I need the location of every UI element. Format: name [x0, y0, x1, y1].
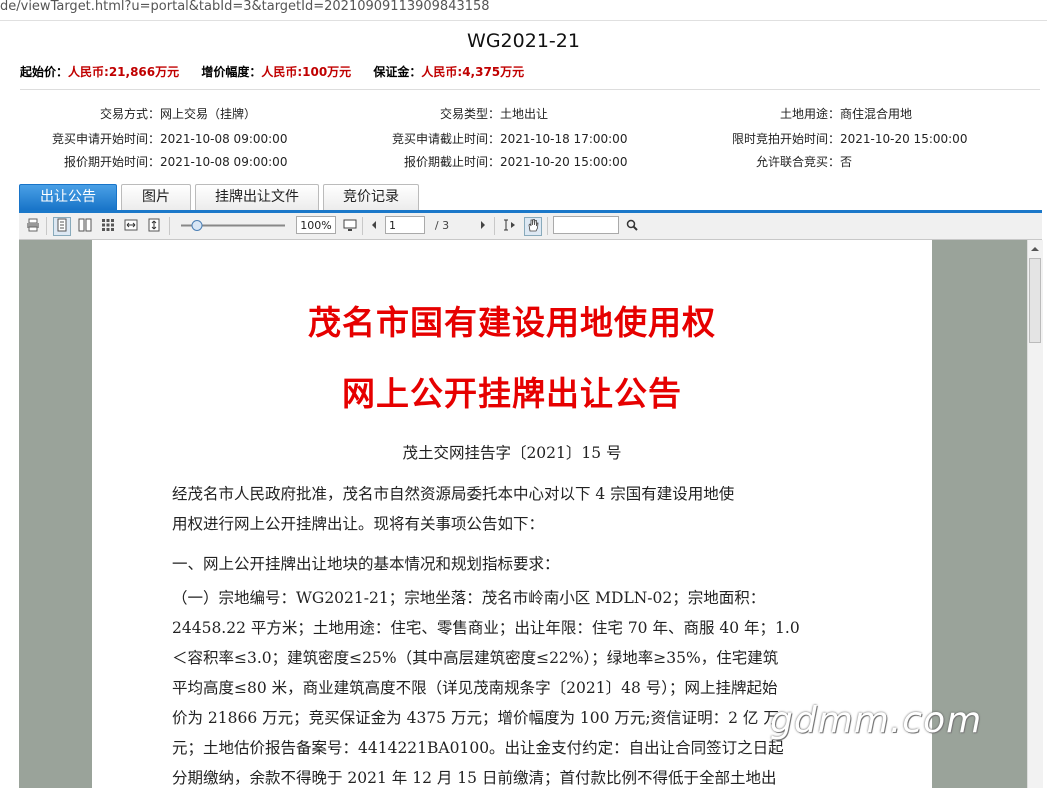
pdf-toolbar: 100% 1 / 3 [19, 213, 1042, 240]
doc-line: 分期缴纳，余款不得晚于 2021 年 12 月 15 日前缴清；首付款比例不得低… [172, 769, 777, 787]
increment-label: 增价幅度： [201, 65, 262, 79]
doc-title-line2: 网上公开挂牌出让公告 [342, 374, 682, 413]
fit-width-icon[interactable] [122, 217, 140, 236]
info-joint-bid: 允许联合竞买：否 [755, 155, 853, 169]
increment-value: 人民币:100万元 [261, 65, 352, 79]
info-trade-method: 交易方式：网上交易（挂牌） [99, 107, 257, 121]
tab-pictures[interactable]: 图片 [121, 184, 191, 210]
price-summary: 起始价：人民币:21,866万元 增价幅度：人民币:100万元 保证金：人民币:… [20, 63, 542, 80]
doc-line: 经茂名市人民政府批准，茂名市自然资源局委托本中心对以下 4 宗国有建设用地使 [172, 485, 735, 503]
page-number-input[interactable]: 1 [385, 216, 425, 234]
print-icon[interactable] [24, 217, 42, 236]
doc-number: 茂土交网挂告字〔2021〕15 号 [402, 444, 622, 462]
tab-bid-records[interactable]: 竞价记录 [323, 184, 419, 210]
text-select-icon[interactable] [500, 217, 518, 236]
fit-height-icon[interactable] [145, 217, 163, 236]
grid-icon[interactable] [99, 217, 117, 236]
page-title: WG2021-21 [467, 30, 580, 52]
two-page-icon[interactable] [76, 217, 94, 236]
hand-tool-icon[interactable] [524, 217, 542, 236]
single-page-icon[interactable] [53, 217, 71, 236]
start-price-value: 人民币:21,866万元 [68, 65, 180, 79]
doc-line: 用权进行网上公开挂牌出让。现将有关事项公告如下： [172, 515, 545, 533]
scrollbar-thumb[interactable] [1029, 258, 1041, 343]
deposit-value: 人民币:4,375万元 [421, 65, 525, 79]
doc-title-line1: 茂名市国有建设用地使用权 [308, 303, 716, 342]
doc-line: 一、网上公开挂牌出让地块的基本情况和规划指标要求： [172, 555, 560, 573]
prev-page-icon[interactable] [367, 217, 381, 236]
fullscreen-icon[interactable] [341, 217, 359, 236]
info-apply-end: 竞买申请截止时间：2021-10-18 17:00:00 [391, 132, 628, 146]
doc-line: ＜容积率≤3.0；建筑密度≤25%（其中高层建筑密度≤22%）；绿地率≥35%，… [172, 649, 779, 667]
next-page-icon[interactable] [476, 217, 490, 236]
info-auction-start: 限时竞拍开始时间：2021-10-20 15:00:00 [731, 132, 968, 146]
info-land-use: 土地用途：商住混合用地 [779, 107, 913, 121]
tab-announcement[interactable]: 出让公告 [19, 184, 117, 210]
scroll-up-icon[interactable] [1028, 242, 1042, 256]
vertical-scrollbar[interactable] [1027, 240, 1043, 788]
search-input[interactable] [553, 216, 619, 234]
info-apply-start: 竞买申请开始时间：2021-10-08 09:00:00 [51, 132, 288, 146]
divider [20, 89, 1040, 90]
doc-line: 24458.22 平方米；土地用途：住宅、零售商业；出让年限：住宅 70 年、商… [172, 619, 800, 637]
doc-line: 价为 21866 万元；竞买保证金为 4375 万元；增价幅度为 100 万元;… [172, 709, 779, 727]
start-price-label: 起始价： [20, 65, 69, 79]
deposit-label: 保证金： [373, 65, 422, 79]
search-icon[interactable] [623, 217, 641, 236]
info-quote-end: 报价期截止时间：2021-10-20 15:00:00 [403, 155, 628, 169]
info-quote-start: 报价期开始时间：2021-10-08 09:00:00 [63, 155, 288, 169]
zoom-input[interactable]: 100% [296, 216, 336, 234]
url-bar[interactable]: de/viewTarget.html?u=portal&tabId=3&targ… [0, 0, 1047, 21]
doc-line: 平均高度≤80 米，商业建筑高度不限（详见茂南规条字〔2021〕48 号）；网上… [172, 679, 778, 697]
info-trade-type: 交易类型：土地出让 [439, 107, 549, 121]
doc-line: （一）宗地编号：WG2021-21；宗地坐落：茂名市岭南小区 MDLN-02；宗… [172, 589, 766, 607]
doc-line: 元；土地估价报告备案号：4414221BA0100。出让金支付约定：自出让合同签… [172, 739, 784, 757]
page-total: / 3 [434, 219, 450, 232]
zoom-slider[interactable] [177, 217, 289, 234]
tab-listing-files[interactable]: 挂牌出让文件 [195, 184, 319, 210]
watermark-text: gdmm.com [770, 700, 983, 741]
